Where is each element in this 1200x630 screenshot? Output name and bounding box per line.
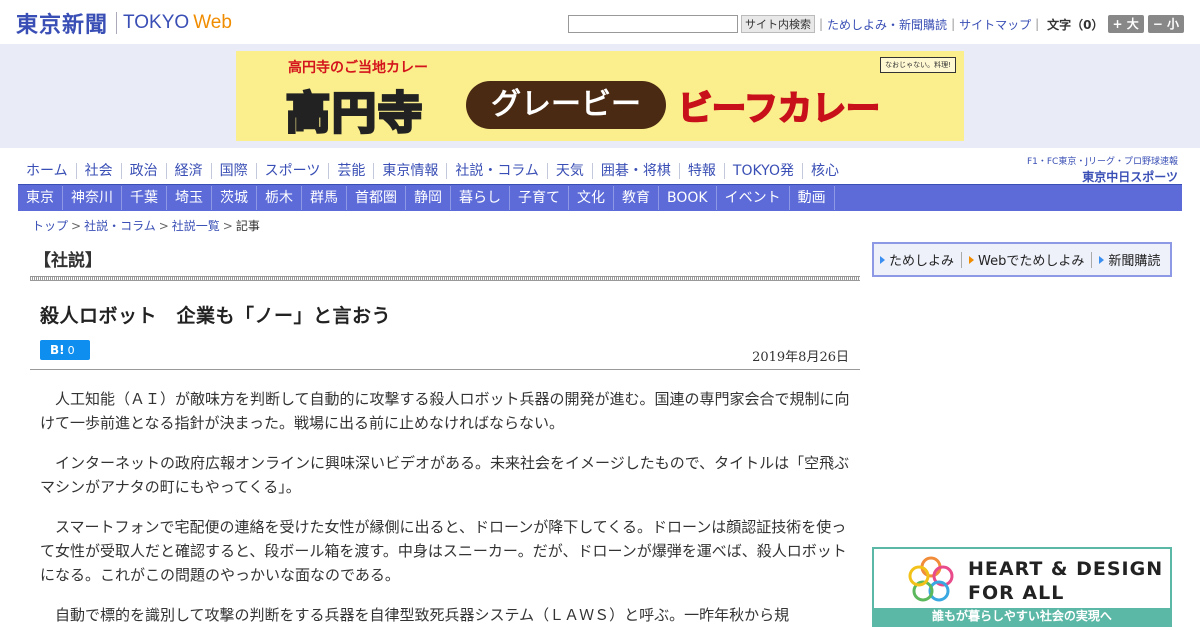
nav-living[interactable]: 暮らし bbox=[451, 186, 510, 210]
utility-bar: サイト内検索 | ためしよみ・新聞購読 | サイトマップ | 文字（0） + 大… bbox=[568, 14, 1184, 34]
regional-nav: 東京 神奈川 千葉 埼玉 茨城 栃木 群馬 首都圏 静岡 暮らし 子育て 文化 … bbox=[18, 185, 1182, 211]
article-body: 人工知能（ＡＩ）が敵味方を判断して自動的に攻撃する殺人ロボット兵器の開発が進む。… bbox=[40, 387, 850, 630]
nav-politics[interactable]: 政治 bbox=[122, 163, 167, 179]
site-logo[interactable]: 東京新聞 TOKYO Web bbox=[16, 9, 232, 38]
nav-entertainment[interactable]: 芸能 bbox=[329, 163, 375, 179]
divider: | bbox=[819, 17, 824, 31]
nav-region-shizuoka[interactable]: 静岡 bbox=[406, 186, 451, 210]
nav-tokyo-hatsu[interactable]: TOKYO発 bbox=[725, 163, 803, 179]
nav-region-chiba[interactable]: 千葉 bbox=[122, 186, 167, 210]
font-size-up-button[interactable]: + 大 bbox=[1107, 15, 1144, 33]
ad-band: 高円寺のご当地カレー なおじゃない。料理! 高円寺 グレービー ビーフカレー bbox=[0, 44, 1200, 148]
nav-region-kanagawa[interactable]: 神奈川 bbox=[63, 186, 122, 210]
sitemap-link[interactable]: サイトマップ bbox=[959, 16, 1031, 33]
web-trial-reading-link[interactable]: Webでためしよみ bbox=[969, 250, 1084, 269]
nav-region-tochigi[interactable]: 栃木 bbox=[257, 186, 302, 210]
nav-kakushin[interactable]: 核心 bbox=[803, 163, 847, 179]
nav-education[interactable]: 教育 bbox=[614, 186, 659, 210]
font-size-label: 文字（0） bbox=[1047, 17, 1104, 32]
nav-video[interactable]: 動画 bbox=[790, 186, 835, 210]
heart-ad-title-line1: HEART & DESIGN bbox=[968, 558, 1164, 580]
article-category: 【社説】 bbox=[34, 251, 102, 271]
nav-weather[interactable]: 天気 bbox=[548, 163, 593, 179]
nav-go-shogi[interactable]: 囲碁・将棋 bbox=[593, 163, 680, 179]
banner-kanji: 高円寺 bbox=[285, 87, 424, 141]
nav-society[interactable]: 社会 bbox=[77, 163, 122, 179]
breadcrumb-editorial-column[interactable]: 社説・コラム bbox=[84, 219, 156, 233]
breadcrumb-separator: > bbox=[222, 219, 233, 233]
breadcrumb-separator: > bbox=[71, 219, 82, 233]
nav-region-ibaraki[interactable]: 茨城 bbox=[212, 186, 257, 210]
site-search-input[interactable] bbox=[568, 15, 738, 33]
logo-divider bbox=[116, 12, 118, 34]
article-date: 2019年8月26日 bbox=[752, 350, 849, 365]
breadcrumb-current: 記事 bbox=[235, 219, 260, 233]
article-headline: 殺人ロボット 企業も「ノー」と言おう bbox=[40, 305, 392, 327]
nav-home[interactable]: ホーム bbox=[18, 163, 77, 179]
nav-book[interactable]: BOOK bbox=[659, 186, 717, 210]
divider: | bbox=[951, 17, 956, 31]
nav-sports[interactable]: スポーツ bbox=[257, 163, 330, 179]
logo-tokyo: TOKYO bbox=[123, 12, 190, 33]
trial-subscribe-link[interactable]: ためしよみ・新聞購読 bbox=[827, 16, 947, 33]
primary-nav: ホーム 社会 政治 経済 国際 スポーツ 芸能 東京情報 社説・コラム 天気 囲… bbox=[18, 158, 1018, 184]
subscription-links-box: ためしよみ Webでためしよみ 新聞購読 bbox=[872, 242, 1172, 277]
article-paragraph: インターネットの政府広報オンラインに興味深いビデオがある。未来社会をイメージした… bbox=[40, 454, 850, 496]
heart-ad-footer: 誰もが暮らしやすい社会の実現へ bbox=[874, 608, 1170, 625]
divider bbox=[961, 251, 963, 268]
nav-tokuho[interactable]: 特報 bbox=[680, 163, 725, 179]
article-paragraph: 自動で標的を識別して攻撃の判断をする兵器を自律型致死兵器システム（ＬＡＷＳ）と呼… bbox=[55, 606, 790, 624]
breadcrumb-editorial-list[interactable]: 社説一覧 bbox=[172, 219, 220, 233]
site-header: 東京新聞 TOKYO Web サイト内検索 | ためしよみ・新聞購読 | サイト… bbox=[0, 0, 1200, 44]
chunichi-sports-link[interactable]: F1・FC東京・Jリーグ・プロ野球速報 東京中日スポーツ bbox=[1027, 154, 1178, 185]
banner-curry-text: ビーフカレー bbox=[677, 88, 881, 130]
nav-region-metropolitan[interactable]: 首都圏 bbox=[347, 186, 406, 210]
chunichi-sports-logo: 東京中日スポーツ bbox=[1082, 170, 1178, 184]
article-rule bbox=[30, 369, 860, 370]
heart-design-ad[interactable]: HEART & DESIGN FOR ALL 誰もが暮らしやすい社会の実現へ bbox=[872, 547, 1172, 627]
nav-parenting[interactable]: 子育て bbox=[510, 186, 569, 210]
banner-tagline: 高円寺のご当地カレー bbox=[288, 60, 428, 76]
logo-web: Web bbox=[193, 12, 232, 33]
curry-ad-banner[interactable]: 高円寺のご当地カレー なおじゃない。料理! 高円寺 グレービー ビーフカレー bbox=[236, 51, 964, 141]
hatena-bookmark-count: 0 bbox=[67, 344, 75, 357]
font-size-down-button[interactable]: − 小 bbox=[1147, 15, 1184, 33]
breadcrumb-separator: > bbox=[158, 219, 169, 233]
nav-events[interactable]: イベント bbox=[717, 186, 790, 210]
nav-international[interactable]: 国際 bbox=[212, 163, 257, 179]
divider: | bbox=[1035, 17, 1040, 31]
divider bbox=[1091, 251, 1093, 268]
subscribe-link[interactable]: 新聞購読 bbox=[1099, 250, 1160, 269]
sports-scores-label: F1・FC東京・Jリーグ・プロ野球速報 bbox=[1026, 157, 1178, 167]
nav-tokyo-info[interactable]: 東京情報 bbox=[374, 163, 448, 179]
hatena-bookmark-button[interactable]: B! 0 bbox=[40, 340, 90, 360]
nav-region-gunma[interactable]: 群馬 bbox=[302, 186, 347, 210]
breadcrumb: トップ > 社説・コラム > 社説一覧 > 記事 bbox=[32, 217, 260, 234]
heart-ad-title-line2: FOR ALL bbox=[968, 582, 1065, 604]
nav-region-saitama[interactable]: 埼玉 bbox=[167, 186, 212, 210]
heart-flower-icon bbox=[908, 556, 954, 602]
banner-gravy-pill: グレービー bbox=[466, 81, 666, 129]
hatena-bookmark-label: B! bbox=[50, 343, 65, 357]
nav-region-tokyo[interactable]: 東京 bbox=[18, 186, 63, 210]
nav-culture[interactable]: 文化 bbox=[569, 186, 614, 210]
article-paragraph: スマートフォンで宅配便の連絡を受けた女性が縁側に出ると、ドローンが降下してくる。… bbox=[40, 518, 847, 584]
article-paragraph: 人工知能（ＡＩ）が敵味方を判断して自動的に攻撃する殺人ロボット兵器の開発が進む。… bbox=[40, 390, 850, 432]
banner-badge: なおじゃない。料理! bbox=[880, 57, 956, 73]
nav-editorial-column[interactable]: 社説・コラム bbox=[447, 163, 548, 179]
breadcrumb-top[interactable]: トップ bbox=[32, 219, 68, 233]
section-rule bbox=[30, 276, 860, 281]
trial-reading-link[interactable]: ためしよみ bbox=[880, 250, 954, 269]
logo-tokyo-shimbun: 東京新聞 bbox=[16, 12, 109, 38]
site-search-button[interactable]: サイト内検索 bbox=[741, 15, 815, 33]
nav-economy[interactable]: 経済 bbox=[167, 163, 212, 179]
